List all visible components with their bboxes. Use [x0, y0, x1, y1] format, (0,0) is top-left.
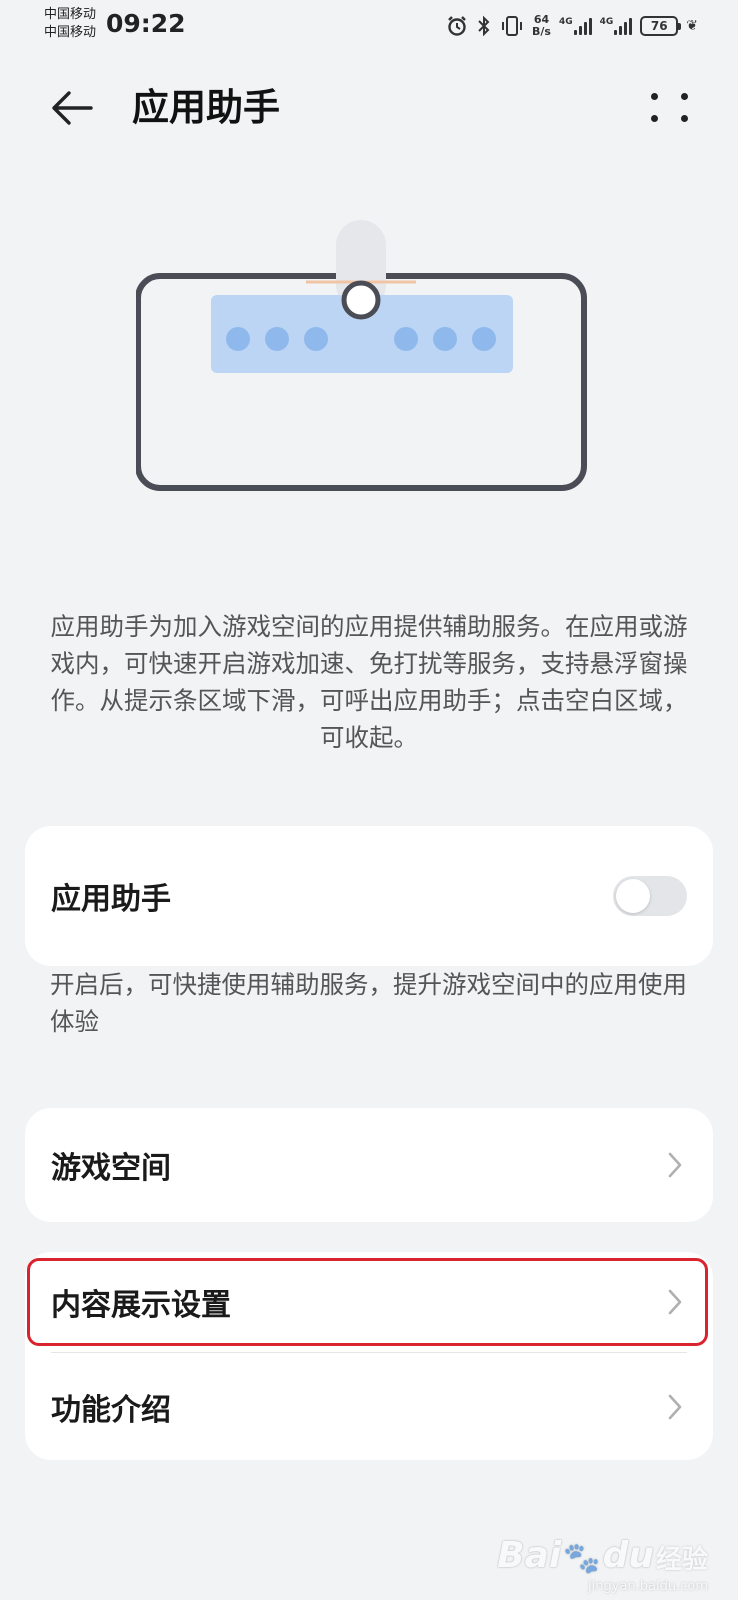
signal-icon-2: 4G — [600, 17, 633, 35]
page-title: 应用助手 — [132, 86, 280, 129]
watermark-brand: Bai — [497, 1535, 562, 1576]
description-text: 应用助手为加入游戏空间的应用提供辅助服务。在应用或游戏内，可快速开启游戏加速、免… — [50, 612, 688, 752]
assistant-illustration — [135, 220, 602, 500]
assistant-toggle-row[interactable]: 应用助手 — [25, 826, 713, 966]
more-dots-icon — [651, 93, 658, 100]
assistant-label: 应用助手 — [51, 882, 171, 917]
game-space-label: 游戏空间 — [51, 1151, 171, 1186]
toggle-knob — [616, 879, 650, 913]
chevron-right-icon — [663, 1150, 687, 1180]
carrier-1: 中国移动 — [44, 7, 97, 22]
clock: 09:22 — [106, 9, 186, 38]
bluetooth-icon — [478, 15, 490, 37]
menu-item-content-display[interactable]: 内容展示设置 — [25, 1252, 713, 1352]
carrier-info: 中国移动 中国移动 — [44, 6, 96, 42]
assistant-toggle[interactable] — [613, 876, 687, 916]
alarm-icon — [448, 16, 466, 36]
watermark-cn: 经验 — [655, 1545, 708, 1575]
more-options-button[interactable] — [646, 84, 694, 132]
watermark-brand-suffix: du — [602, 1535, 654, 1576]
signal-bars-2 — [614, 17, 633, 35]
paw-icon: 🐾 — [563, 1541, 601, 1576]
status-icons: 64 B/s 4G 4G 76 ❦ — [446, 12, 698, 40]
feature-intro-label: 功能介绍 — [51, 1393, 171, 1428]
leaf-icon: ❦ — [686, 18, 698, 34]
watermark-sub: jingyan.baidu.com — [588, 1579, 708, 1594]
menu-item-game-space[interactable]: 游戏空间 — [25, 1108, 713, 1222]
signal-bars-1 — [573, 17, 592, 35]
assistant-hint: 开启后，可快捷使用辅助服务，提升游戏空间中的应用使用体验 — [50, 970, 687, 1036]
vibrate-icon — [502, 16, 522, 36]
game-space-card: 游戏空间 — [25, 1108, 713, 1222]
battery-icon: 76 — [640, 16, 682, 36]
signal-icon-1: 4G — [559, 17, 592, 35]
back-button[interactable] — [46, 82, 98, 134]
menu-item-feature-intro[interactable]: 功能介绍 — [25, 1354, 713, 1460]
assistant-card: 应用助手 — [25, 826, 713, 966]
content-display-label: 内容展示设置 — [51, 1288, 231, 1323]
chevron-right-icon — [663, 1287, 687, 1317]
net-speed: 64 B/s — [532, 13, 551, 38]
carrier-2: 中国移动 — [44, 25, 97, 40]
baidu-watermark: Bai 🐾 du 经验 jingyan.baidu.com — [497, 1535, 708, 1594]
arrow-left-icon — [52, 91, 93, 125]
settings-card: 内容展示设置 功能介绍 — [25, 1252, 713, 1460]
status-bar: 中国移动 中国移动 09:22 64 B/s 4G 4G 76 ❦ — [0, 0, 738, 52]
chevron-right-icon — [663, 1392, 687, 1422]
divider — [51, 1352, 687, 1353]
